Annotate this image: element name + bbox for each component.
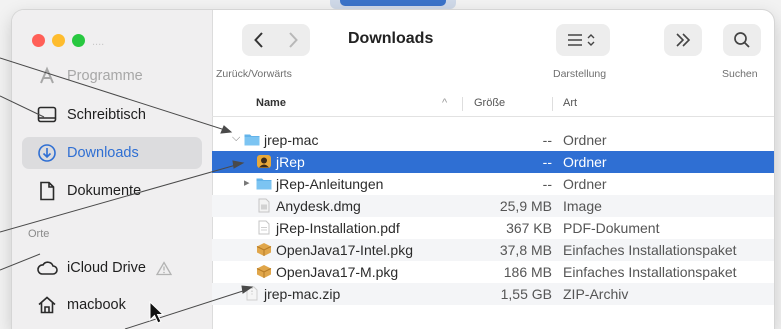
column-divider [552, 97, 553, 111]
download-circle-icon [36, 142, 58, 164]
disclosure-expanded-icon[interactable]: ⌵ [232, 132, 244, 145]
sidebar-item-label: Schreibtisch [67, 107, 146, 123]
sidebar-item-icloud-drive[interactable]: iCloud Drive [22, 252, 202, 284]
double-chevron-right-icon [676, 33, 691, 47]
sidebar-item-macbook[interactable]: macbook [22, 289, 202, 321]
warning-icon [155, 260, 172, 276]
file-size: 1,55 GB [500, 286, 552, 302]
window-title: Downloads [348, 30, 434, 47]
file-row-selected[interactable]: jRep -- Ordner [212, 151, 774, 173]
file-name: jrep-mac.zip [264, 286, 341, 302]
sidebar-item-label: Programme [67, 68, 143, 84]
file-name: Anydesk.dmg [276, 198, 361, 214]
folder-icon [256, 178, 272, 190]
sidebar-section-favorites: .... [92, 36, 105, 48]
list-view-icon [568, 34, 595, 46]
sidebar-item-dokumente[interactable]: Dokumente [22, 175, 202, 207]
chevron-left-icon [254, 32, 263, 48]
file-name: jrep-mac [264, 132, 319, 148]
column-header-name[interactable]: Name [256, 97, 286, 109]
column-header-size[interactable]: Größe [474, 97, 505, 109]
file-row[interactable]: ▸ jRep-Anleitungen -- Ordner [212, 173, 774, 195]
file-kind: Image [563, 198, 602, 214]
file-kind: Einfaches Installationspaket [563, 264, 737, 280]
document-icon [36, 180, 58, 202]
disclosure-collapsed-icon[interactable]: ▸ [244, 176, 256, 189]
file-row[interactable]: OpenJava17-M.pkg 186 MB Einfaches Instal… [212, 261, 774, 283]
home-icon [36, 294, 58, 316]
sidebar-item-label: iCloud Drive [67, 260, 146, 276]
file-size: 37,8 MB [499, 242, 552, 258]
sidebar-item-label: Downloads [67, 145, 139, 161]
file-size: 186 MB [503, 264, 552, 280]
back-forward-control [242, 24, 310, 56]
file-kind: Ordner [563, 132, 607, 148]
search-icon [734, 32, 750, 48]
column-header-kind[interactable]: Art [563, 97, 577, 109]
close-window-button[interactable] [32, 34, 45, 47]
sidebar-item-label: Dokumente [67, 183, 142, 199]
finder-window: .... Programme Schreibtisch Downloads Do… [12, 10, 774, 329]
column-header-row: Name ^ Größe Art [212, 92, 774, 117]
pdf-icon [258, 220, 270, 235]
file-row[interactable]: OpenJava17-Intel.pkg 37,8 MB Einfaches I… [212, 239, 774, 261]
file-size: 25,9 MB [499, 198, 552, 214]
sidebar-item-schreibtisch[interactable]: Schreibtisch [22, 99, 202, 131]
file-kind: Ordner [563, 154, 607, 170]
sidebar: .... Programme Schreibtisch Downloads Do… [12, 10, 213, 329]
package-icon [256, 243, 272, 256]
file-row[interactable]: ⌵ jrep-mac -- Ordner [212, 129, 774, 151]
file-name: OpenJava17-Intel.pkg [276, 242, 413, 258]
back-button[interactable] [242, 24, 276, 56]
file-kind: PDF-Dokument [563, 220, 660, 236]
sidebar-item-downloads[interactable]: Downloads [22, 137, 202, 169]
sidebar-item-programme[interactable]: Programme [22, 60, 202, 92]
sort-indicator: ^ [442, 97, 448, 109]
file-size: -- [542, 176, 552, 192]
dock-tab-indicator-fill [340, 0, 446, 6]
file-name: jRep-Installation.pdf [276, 220, 400, 236]
zip-icon [246, 286, 258, 301]
file-name: jRep [276, 154, 305, 170]
file-name: jRep-Anleitungen [276, 176, 384, 192]
file-kind: Einfaches Installationspaket [563, 242, 737, 258]
minimize-window-button[interactable] [52, 34, 65, 47]
folder-icon [244, 134, 260, 146]
file-size: -- [542, 132, 552, 148]
view-options-label: Darstellung [553, 68, 607, 80]
search-button[interactable] [723, 24, 761, 56]
view-options-button[interactable] [556, 24, 610, 56]
disk-image-icon [258, 198, 270, 213]
desktop-icon [36, 104, 58, 126]
file-row[interactable]: jRep-Installation.pdf 367 KB PDF-Dokumen… [212, 217, 774, 239]
file-kind: Ordner [563, 176, 607, 192]
main-content: Zurück/Vorwärts Downloads Darstellung Su… [212, 10, 774, 329]
sidebar-item-label: macbook [67, 297, 126, 313]
more-toolbar-button[interactable] [664, 24, 702, 56]
file-row[interactable]: Anydesk.dmg 25,9 MB Image [212, 195, 774, 217]
sidebar-section-orte: Orte [28, 228, 50, 240]
nav-label: Zurück/Vorwärts [216, 68, 292, 80]
file-name: OpenJava17-M.pkg [276, 264, 399, 280]
package-icon [256, 265, 272, 278]
file-row[interactable]: jrep-mac.zip 1,55 GB ZIP-Archiv [212, 283, 774, 305]
file-size: 367 KB [506, 220, 552, 236]
zoom-window-button[interactable] [72, 34, 85, 47]
forward-button[interactable] [276, 24, 310, 56]
search-label: Suchen [722, 68, 758, 80]
file-size: -- [542, 154, 552, 170]
file-kind: ZIP-Archiv [563, 286, 629, 302]
chevron-right-icon [289, 32, 298, 48]
column-divider [462, 97, 463, 111]
app-icon [257, 155, 271, 168]
applications-icon [36, 65, 58, 87]
dock-tab-indicator [330, 0, 456, 9]
cloud-icon [36, 257, 58, 279]
